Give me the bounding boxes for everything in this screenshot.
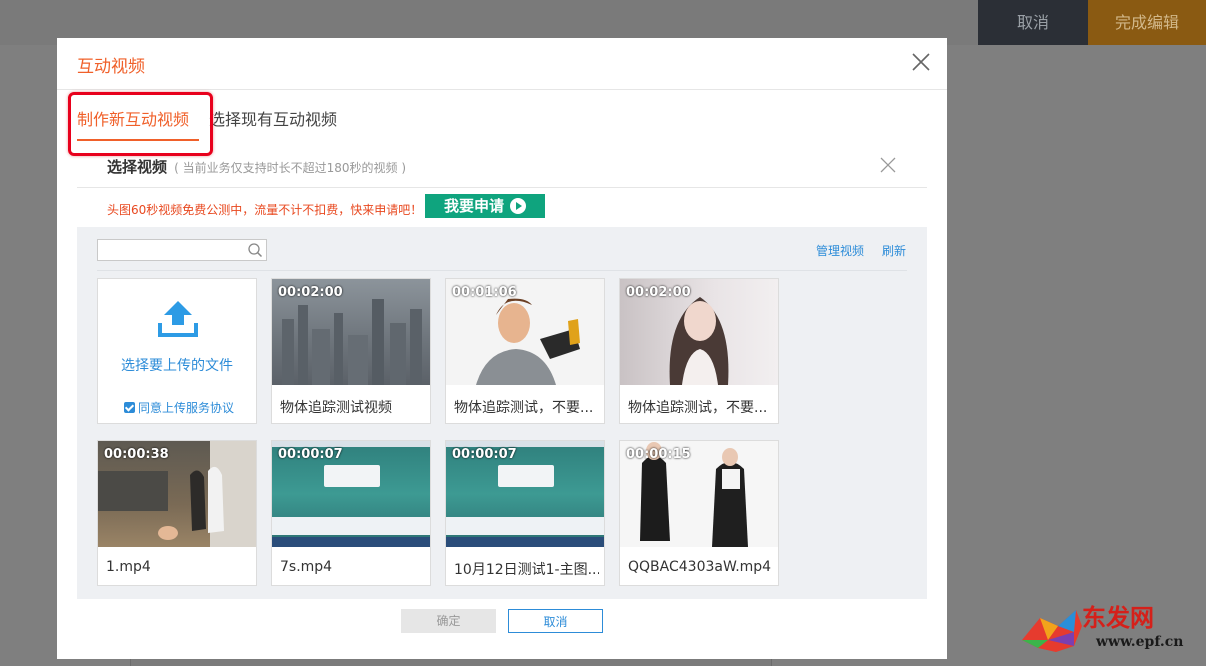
video-name: QQBAC4303aW.mp4 xyxy=(628,559,772,575)
video-card[interactable]: 00:00:38 1.mp4 xyxy=(97,440,257,586)
agree-terms-checkbox[interactable]: 同意上传服务协议 xyxy=(124,399,234,416)
section-close-icon[interactable] xyxy=(879,156,897,174)
top-done-editing-button[interactable]: 完成编辑 xyxy=(1088,0,1206,45)
video-duration: 00:02:00 xyxy=(626,285,691,300)
checkbox-checked-icon xyxy=(124,402,135,413)
video-duration: 00:00:07 xyxy=(278,447,343,462)
video-name: 10月12日测试1-主图... xyxy=(454,562,599,578)
video-name: 物体追踪测试，不要... xyxy=(454,400,594,416)
upload-icon xyxy=(156,297,200,341)
video-thumbnail: 00:00:38 xyxy=(98,441,256,547)
title-divider xyxy=(57,89,947,90)
video-name: 1.mp4 xyxy=(106,559,151,575)
dialog-title: 互动视频 xyxy=(77,57,145,77)
section-title: 选择视频 xyxy=(107,158,168,176)
upload-label: 选择要上传的文件 xyxy=(121,358,233,374)
agree-terms-label: 同意上传服务协议 xyxy=(138,401,235,415)
refresh-link[interactable]: 刷新 xyxy=(882,242,906,259)
video-card[interactable]: 00:00:07 7s.mp4 xyxy=(271,440,431,586)
video-thumbnail: 00:00:07 xyxy=(272,441,430,547)
video-duration: 00:01:06 xyxy=(452,285,517,300)
tab-select-existing-video[interactable]: 选择现有互动视频 xyxy=(209,106,337,130)
video-card[interactable]: 00:02:00 物体追踪测试视频 xyxy=(271,278,431,424)
search-input[interactable] xyxy=(97,239,267,261)
video-card[interactable]: 00:00:07 10月12日测试1-主图... xyxy=(445,440,605,586)
video-name: 7s.mp4 xyxy=(280,559,333,575)
video-thumbnail: 00:02:00 xyxy=(272,279,430,385)
watermark-brand: 东发网 xyxy=(1082,603,1154,632)
upload-card[interactable]: 选择要上传的文件 同意上传服务协议 xyxy=(97,278,257,424)
video-duration: 00:00:38 xyxy=(104,447,169,462)
video-duration: 00:00:07 xyxy=(452,447,517,462)
video-name: 物体追踪测试，不要... xyxy=(628,400,768,416)
promo-text: 头图60秒视频免费公测中，流量不计不扣费，快来申请吧！ xyxy=(107,203,423,217)
section-divider xyxy=(77,187,927,188)
video-duration: 00:02:00 xyxy=(278,285,343,300)
manage-videos-link[interactable]: 管理视频 xyxy=(816,242,864,259)
highlight-annotation-box xyxy=(68,92,213,156)
close-icon[interactable] xyxy=(909,50,933,74)
video-thumbnail: 00:01:06 xyxy=(446,279,604,385)
cancel-button[interactable]: 取消 xyxy=(508,609,603,633)
video-card[interactable]: 00:00:15 QQBAC4303aW.mp4 xyxy=(619,440,779,586)
video-card[interactable]: 00:02:00 物体追踪测试，不要... xyxy=(619,278,779,424)
search-icon[interactable] xyxy=(247,242,263,258)
play-circle-icon xyxy=(510,198,526,214)
video-thumbnail: 00:00:07 xyxy=(446,441,604,547)
panel-divider xyxy=(97,270,907,271)
interactive-video-dialog: 互动视频 制作新互动视频 选择现有互动视频 选择视频 ( 当前业务仅支持时长不超… xyxy=(57,38,947,659)
video-thumbnail: 00:02:00 xyxy=(620,279,778,385)
apply-button[interactable]: 我要申请 xyxy=(425,194,545,218)
video-library-panel: 管理视频 刷新 选择要上传的文件 同意上传服务协议 00:02:00 物体追踪测… xyxy=(77,227,927,599)
section-header: 选择视频 ( 当前业务仅支持时长不超过180秒的视频 ) xyxy=(107,156,406,177)
video-thumbnail: 00:00:15 xyxy=(620,441,778,547)
confirm-button[interactable]: 确定 xyxy=(401,609,496,633)
section-hint: ( 当前业务仅支持时长不超过180秒的视频 ) xyxy=(174,161,407,175)
top-cancel-button[interactable]: 取消 xyxy=(978,0,1088,45)
video-name: 物体追踪测试视频 xyxy=(280,400,392,416)
video-card[interactable]: 00:01:06 物体追踪测试，不要... xyxy=(445,278,605,424)
watermark-url: www.epf.cn xyxy=(1096,634,1184,650)
apply-button-label: 我要申请 xyxy=(443,197,504,215)
video-duration: 00:00:15 xyxy=(626,447,691,462)
